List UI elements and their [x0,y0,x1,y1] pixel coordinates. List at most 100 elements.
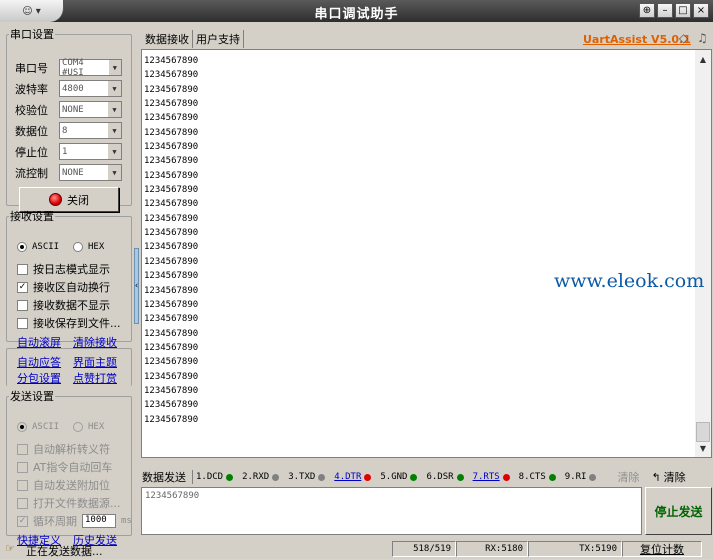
send-settings-group: 发送设置 ASCII HEX 自动解析转义符 AT指令自动回车 自动发送附加位 … [6,388,132,547]
checkbox-checked-icon: ✓ [17,281,28,293]
signal-label: 8.CTS [518,472,546,482]
received-line: 1234567890 [144,256,199,267]
port-value: COM4 #USI [62,57,84,78]
recv-ascii-label: ASCII [32,242,60,252]
receive-textarea[interactable]: 1234567890 1234567890 1234567890 1234567890… [141,49,712,458]
close-button[interactable]: × [693,3,709,18]
radio-icon [17,242,27,252]
recv-settings-legend: 接收设置 [10,210,54,223]
flow-value: NONE [62,167,84,178]
tab-user[interactable]: 用户支持 [193,30,244,48]
port-select[interactable]: COM4 #USI ▼ [59,57,122,78]
close-port-label: 关闭 [67,193,89,207]
signal-txd: 3.TXD [288,472,326,482]
period-input[interactable]: 1000 [82,514,116,528]
left-panel: 串口设置 串口号 COM4 #USI ▼ 波特率 4800 ▼ 校验位 NONE ▼ 数据位… [0,24,134,547]
send-bar: 数据发送 1.DCD 2.RXD 3.TXD 4.DTR 5.GND 6.DSR 7.RTS… [142,468,713,486]
signal-ri: 9.RI [565,472,597,482]
signal-label: 4.DTR [334,472,362,482]
radio-icon [17,422,27,432]
vertical-scrollbar[interactable]: ▲ ▼ [695,50,711,457]
chevron-down-icon: ▼ [107,144,121,159]
baud-select[interactable]: 4800 ▼ [59,80,122,97]
maximize-button[interactable]: □ [675,3,691,18]
checkbox-icon [17,317,28,329]
theme-link[interactable]: 界面主题 [73,354,117,370]
signal-label: 9.RI [564,472,587,482]
received-line: 1234567890 [144,414,199,425]
reset-count-button[interactable]: 复位计数 [622,541,702,557]
recv-hex-radio[interactable]: HEX [73,242,104,252]
split-send-link[interactable]: 分包设置 [17,370,61,386]
collapse-arrow-icon[interactable]: ‹ [134,248,139,324]
received-line: 1234567890 [144,357,199,368]
open-file-checkbox[interactable]: 打开文件数据源... [17,495,121,511]
signal-rts[interactable]: 7.RTS [473,472,510,482]
parity-select[interactable]: NONE ▼ [59,101,122,118]
received-line: 1234567890 [144,213,199,224]
at-return-checkbox[interactable]: AT指令自动回车 [17,459,112,475]
chevron-down-icon: ▼ [107,102,121,117]
baud-value: 4800 [62,83,84,94]
scroll-thumb[interactable] [696,422,710,442]
signal-dtr[interactable]: 4.DTR [334,472,372,482]
hide-data-checkbox[interactable]: 接收数据不显示 [17,297,110,313]
received-line: 1234567890 [144,271,199,282]
pin-icon[interactable]: ⊕ [639,3,655,18]
recv-ascii-radio[interactable]: ASCII [17,242,59,252]
signal-label: 7.RTS [472,472,500,482]
diamond-icon[interactable]: ◇ [679,31,688,45]
log-mode-checkbox[interactable]: 按日志模式显示 [17,261,110,277]
title-bar: ☺ ▾ 串口调试助手 ⊕ – □ × [0,0,713,22]
baud-label: 波特率 [15,82,48,96]
rx-count: RX:5180 [456,541,528,557]
chevron-down-icon: ▼ [107,123,121,138]
period-unit: ms [121,516,132,526]
received-line: 1234567890 [144,314,199,325]
signal-led-icon [318,473,326,481]
loop-period-checkbox[interactable]: ✓ 循环周期 1000 ms [17,513,132,529]
checkbox-icon [17,479,28,491]
received-line: 1234567890 [144,185,199,196]
append-check-checkbox[interactable]: 自动发送附加位 [17,477,110,493]
loop-period-label: 循环周期 [33,515,77,528]
parse-escape-checkbox[interactable]: 自动解析转义符 [17,441,110,457]
panel-splitter[interactable]: ‹ [134,26,140,536]
received-line: 1234567890 [144,342,199,353]
signal-gnd: 5.GND [380,472,418,482]
flow-select[interactable]: NONE ▼ [59,164,122,181]
auto-newline-checkbox[interactable]: ✓ 接收区自动换行 [17,279,110,295]
received-line: 1234567890 [144,99,199,110]
clear-arrow-icon[interactable]: ↰ [651,471,660,484]
stopbits-select[interactable]: 1 ▼ [59,143,122,160]
chevron-down-icon: ▼ [107,165,121,180]
signal-dcd: 1.DCD [196,472,234,482]
scroll-up-icon[interactable]: ▲ [695,52,711,68]
received-lines: 1234567890 1234567890 1234567890 1234567890… [144,54,198,427]
stop-send-button[interactable]: 停止发送 [645,487,712,535]
scroll-down-icon[interactable]: ▼ [695,441,711,457]
status-icon: ☞ [5,542,15,555]
tab-recv[interactable]: 数据接收 [142,30,193,48]
clear-button[interactable]: 清除 [664,469,686,485]
save-file-label: 接收保存到文件... [33,317,121,330]
bell-icon[interactable]: ♫ [697,31,708,45]
received-line: 1234567890 [144,170,199,181]
signal-label: 3.TXD [288,472,316,482]
minimize-button[interactable]: – [657,3,673,18]
misc-group: 自动应答 界面主题 分包设置 点赞打赏 [6,348,132,386]
send-textarea[interactable]: 1234567890 [141,487,642,535]
send-ascii-radio[interactable]: ASCII [17,422,59,432]
chevron-down-icon: ▼ [107,81,121,96]
tip-link[interactable]: 点赞打赏 [73,370,117,386]
save-file-checkbox[interactable]: 接收保存到文件... [17,315,121,331]
parse-escape-label: 自动解析转义符 [33,443,110,456]
signal-label: 1.DCD [196,472,224,482]
clear-send-button[interactable]: 清除 [617,469,639,485]
send-hex-radio[interactable]: HEX [73,422,104,432]
send-label: 数据发送 [142,471,186,484]
databits-select[interactable]: 8 ▼ [59,122,122,139]
auto-reply-link[interactable]: 自动应答 [17,354,61,370]
status-bar: ☞ 正在发送数据... 518/519 RX:5180 TX:5190 复位计数 [0,540,713,558]
version-link[interactable]: UartAssist V5.0.1 [583,33,691,46]
